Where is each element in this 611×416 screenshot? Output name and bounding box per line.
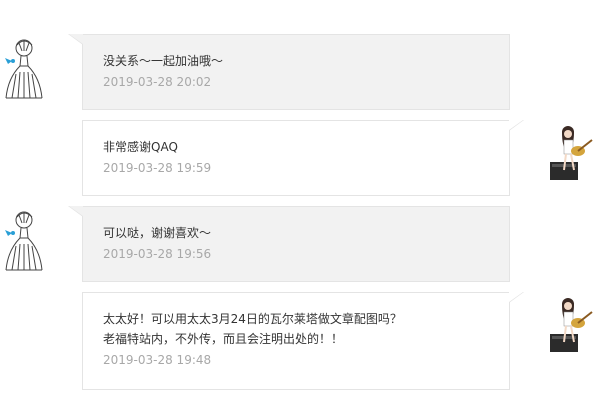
sketch-girl-avatar[interactable] (2, 208, 50, 272)
guitar-girl-avatar[interactable] (548, 296, 596, 360)
message-text: 非常感谢QAQ (103, 137, 489, 157)
message-text: 没关系～一起加油哦～ (103, 51, 489, 71)
message-line: 非常感谢QAQ (103, 140, 178, 154)
message-bubble: 没关系～一起加油哦～ 2019-03-28 20:02 (68, 34, 510, 110)
guitar-girl-avatar[interactable] (548, 124, 596, 188)
sketch-girl-avatar[interactable] (2, 36, 50, 100)
message-timestamp: 2019-03-28 19:48 (103, 353, 212, 367)
message-text: 可以哒，谢谢喜欢～ (103, 223, 489, 243)
message-bubble: 非常感谢QAQ 2019-03-28 19:59 (82, 120, 524, 196)
message-thread: 没关系～一起加油哦～ 2019-03-28 20:02 非常感谢QAQ 2019… (0, 0, 611, 416)
message-text: 太太好！可以用太太3月24日的瓦尔莱塔做文章配图吗？ 老福特站内，不外传，而且会… (103, 309, 489, 349)
message-line: 老福特站内，不外传，而且会注明出处的！！ (103, 332, 344, 346)
message-timestamp: 2019-03-28 19:56 (103, 247, 212, 261)
message-line: 没关系～一起加油哦～ (103, 54, 224, 68)
message-line: 可以哒，谢谢喜欢～ (103, 226, 212, 240)
message-bubble: 太太好！可以用太太3月24日的瓦尔莱塔做文章配图吗？ 老福特站内，不外传，而且会… (82, 292, 524, 390)
message-timestamp: 2019-03-28 19:59 (103, 161, 212, 175)
message-timestamp: 2019-03-28 20:02 (103, 75, 212, 89)
message-bubble: 可以哒，谢谢喜欢～ 2019-03-28 19:56 (68, 206, 510, 282)
message-line: 太太好！可以用太太3月24日的瓦尔莱塔做文章配图吗？ (103, 312, 402, 326)
